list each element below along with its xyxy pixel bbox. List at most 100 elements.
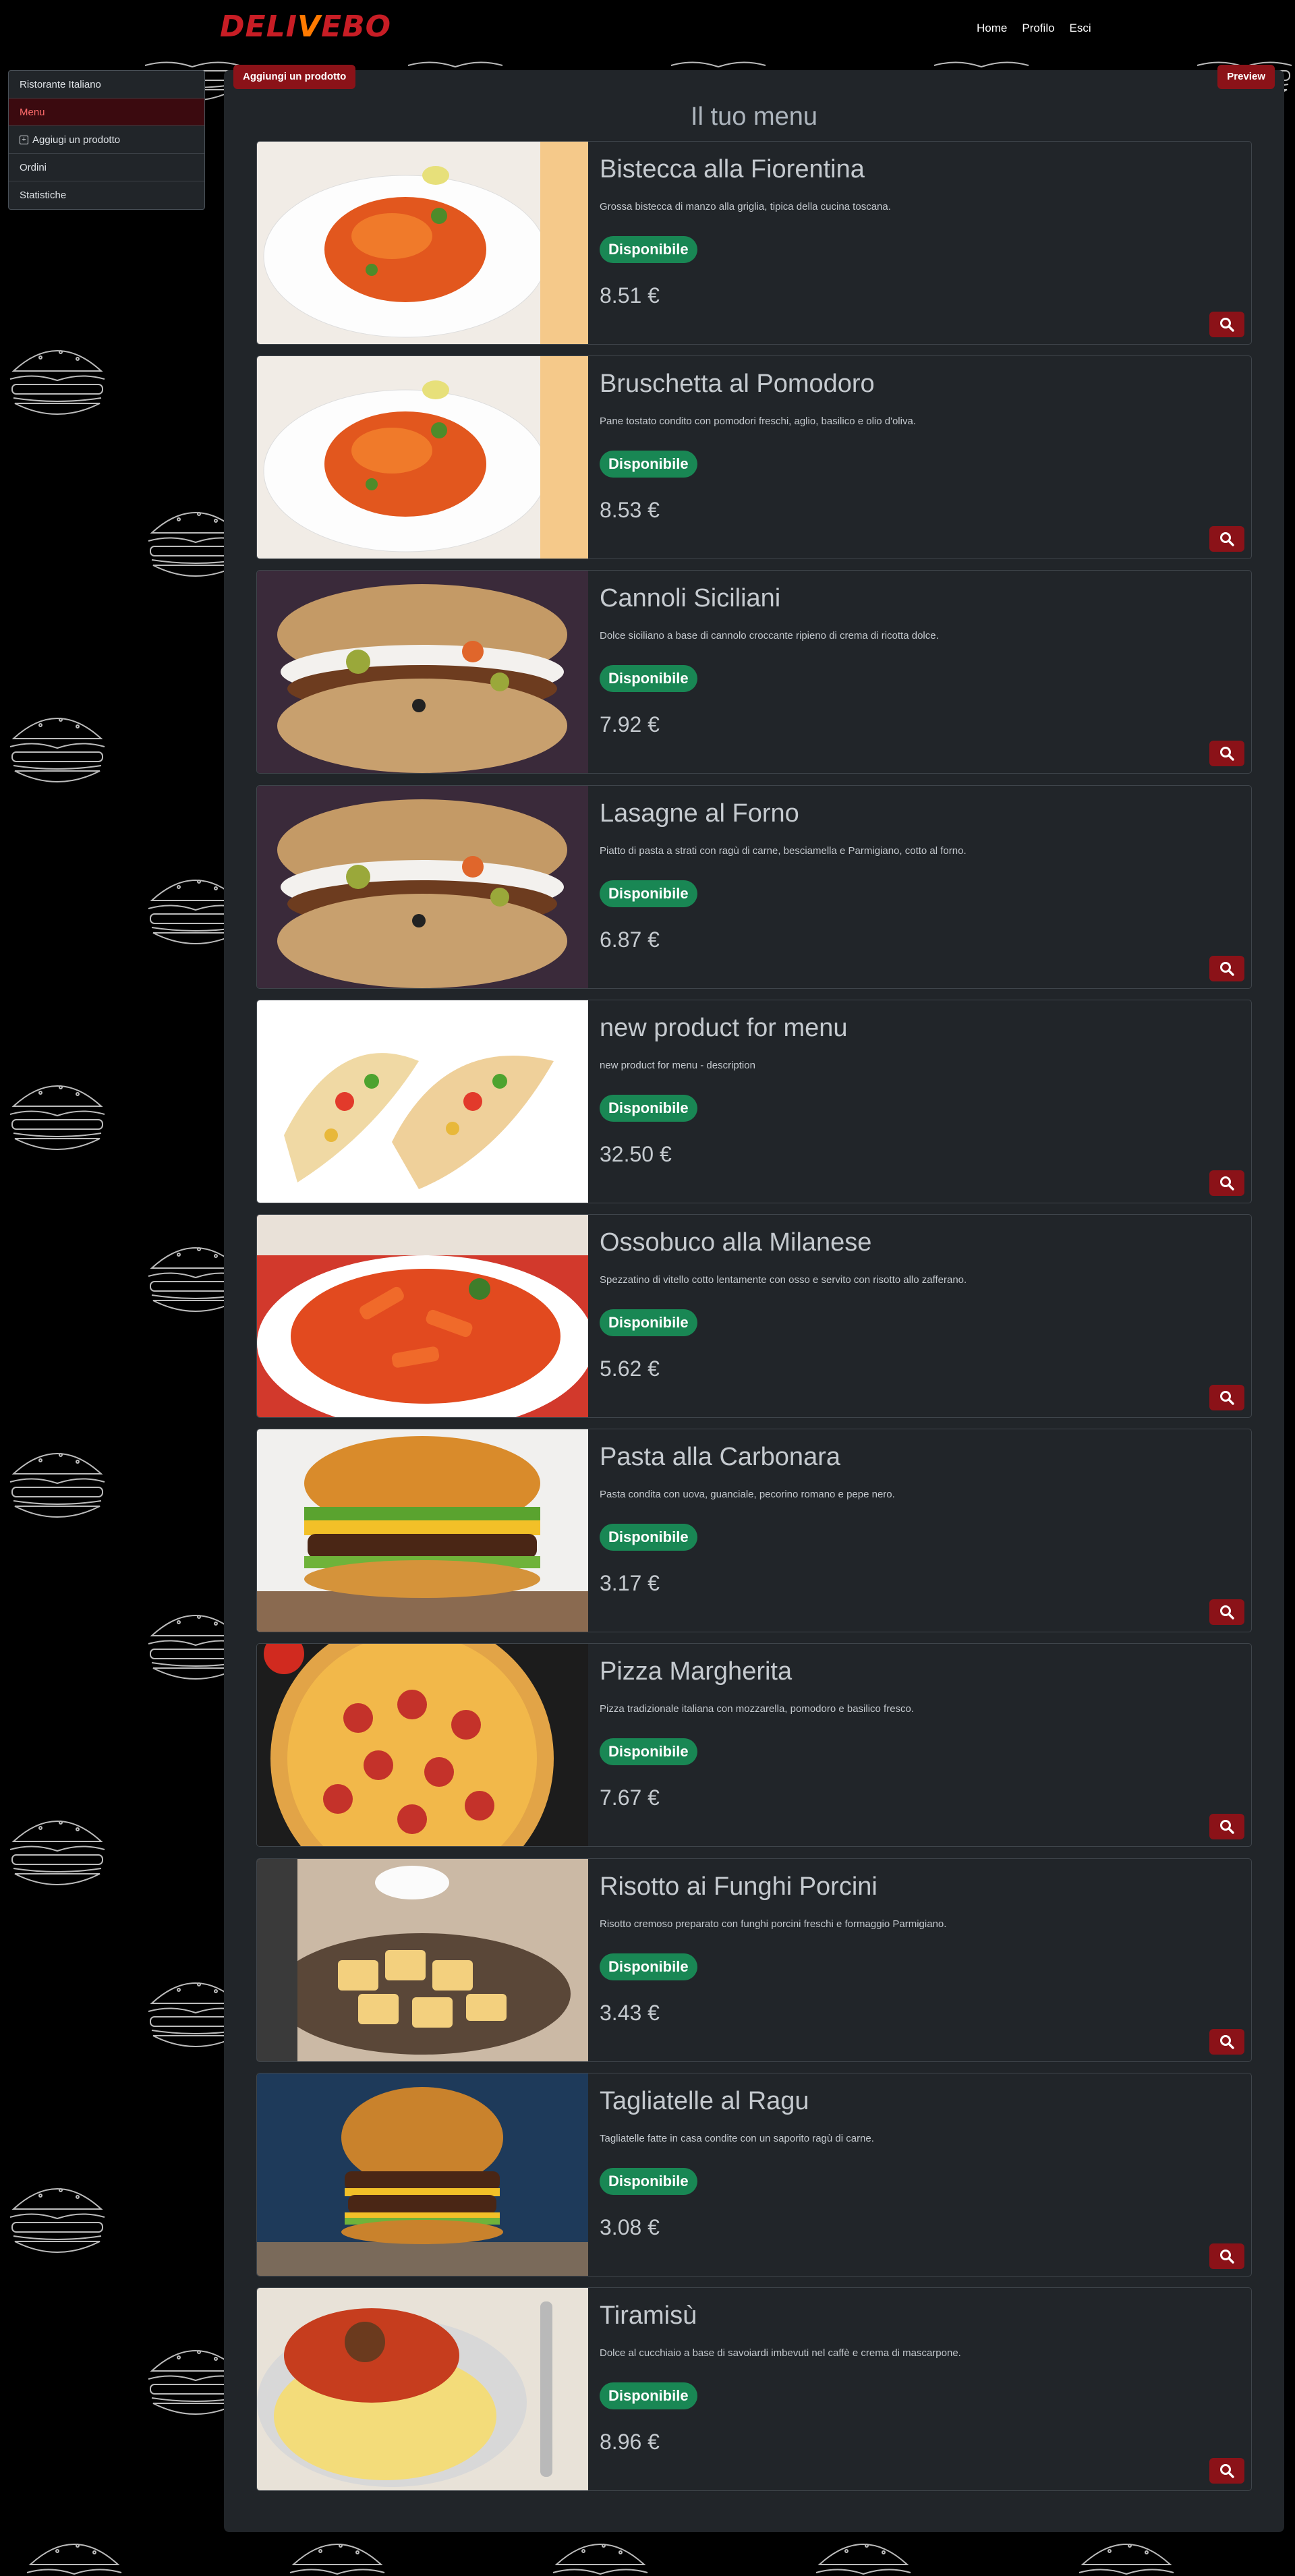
status-badge: Disponibile	[600, 1738, 697, 1765]
burger-doodle	[9, 1085, 105, 1150]
product-description: Risotto cremoso preparato con funghi por…	[600, 1918, 947, 1930]
product-image	[257, 786, 588, 988]
view-product-button[interactable]	[1209, 312, 1244, 337]
product-card: Tagliatelle al Ragu Tagliatelle fatte in…	[256, 2073, 1252, 2277]
burger-doodle	[9, 1453, 105, 1518]
product-description: Piatto di pasta a strati con ragù di car…	[600, 845, 967, 857]
product-description: Spezzatino di vitello cotto lentamente c…	[600, 1274, 967, 1286]
product-image	[257, 2073, 588, 2276]
search-icon	[1220, 2464, 1234, 2478]
view-product-button[interactable]	[1209, 1170, 1244, 1196]
product-name: Bruschetta al Pomodoro	[600, 370, 875, 398]
product-image	[257, 1644, 588, 1846]
product-name: Ossobuco alla Milanese	[600, 1228, 872, 1257]
product-description: Pane tostato condito con pomodori fresch…	[600, 416, 916, 427]
sidebar-item-statistics[interactable]: Statistiche	[9, 181, 204, 209]
nav-logout-link[interactable]: Esci	[1070, 22, 1091, 35]
product-price: 8.51 €	[600, 283, 660, 308]
product-price: 7.67 €	[600, 1785, 660, 1810]
product-image	[257, 1215, 588, 1417]
product-description: Grossa bistecca di manzo alla griglia, t…	[600, 201, 891, 212]
product-image	[257, 1429, 588, 1632]
view-product-button[interactable]	[1209, 741, 1244, 766]
nav-home-link[interactable]: Home	[977, 22, 1007, 35]
product-image	[257, 142, 588, 344]
view-product-button[interactable]	[1209, 956, 1244, 981]
burger-doodle	[26, 2544, 122, 2575]
view-product-button[interactable]	[1209, 1814, 1244, 1839]
product-image	[257, 1000, 588, 1203]
view-product-button[interactable]	[1209, 2243, 1244, 2269]
product-name: Tiramisù	[600, 2301, 697, 2330]
status-badge: Disponibile	[600, 1309, 697, 1336]
sidebar-item-add-product[interactable]: + Aggiugi un prodotto	[9, 126, 204, 154]
sidebar-item-label: Ristorante Italiano	[20, 78, 101, 90]
view-product-button[interactable]	[1209, 526, 1244, 552]
product-price: 8.53 €	[600, 498, 660, 522]
search-icon	[1220, 962, 1234, 976]
product-card: new product for menu new product for men…	[256, 1000, 1252, 1203]
search-icon	[1220, 1605, 1234, 1620]
product-image	[257, 2288, 588, 2490]
product-card: Lasagne al Forno Piatto di pasta a strat…	[256, 785, 1252, 989]
status-badge: Disponibile	[600, 2382, 697, 2409]
burger-doodle	[9, 350, 105, 415]
sidebar-item-label: Menu	[20, 106, 45, 118]
preview-button[interactable]: Preview	[1217, 65, 1275, 89]
sidebar: Ristorante Italiano Menu + Aggiugi un pro…	[8, 70, 205, 210]
nav-links: Home Profilo Esci	[977, 22, 1091, 35]
status-badge: Disponibile	[600, 2168, 697, 2195]
product-description: Dolce al cucchiaio a base di savoiardi i…	[600, 2347, 961, 2359]
burger-doodle	[9, 2188, 105, 2253]
view-product-button[interactable]	[1209, 1385, 1244, 1410]
view-product-button[interactable]	[1209, 2458, 1244, 2484]
product-price: 5.62 €	[600, 1356, 660, 1381]
search-icon	[1220, 1176, 1234, 1191]
product-description: Pizza tradizionale italiana con mozzarel…	[600, 1703, 915, 1715]
product-card: Bruschetta al Pomodoro Pane tostato cond…	[256, 355, 1252, 559]
product-price: 6.87 €	[600, 927, 660, 952]
view-product-button[interactable]	[1209, 1599, 1244, 1625]
sidebar-item-restaurant[interactable]: Ristorante Italiano	[9, 71, 204, 98]
product-name: Cannoli Siciliani	[600, 584, 781, 612]
product-description: Dolce siciliano a base di cannolo crocca…	[600, 630, 939, 641]
product-price: 7.92 €	[600, 712, 660, 737]
sidebar-item-menu[interactable]: Menu	[9, 98, 204, 126]
product-name: Tagliatelle al Ragu	[600, 2087, 809, 2115]
nav-profile-link[interactable]: Profilo	[1022, 22, 1054, 35]
product-card: Ossobuco alla Milanese Spezzatino di vit…	[256, 1214, 1252, 1418]
burger-doodle	[289, 2544, 385, 2575]
brand-logo[interactable]: DELIVEBO	[220, 9, 391, 44]
search-icon	[1220, 318, 1234, 332]
product-description: new product for menu - description	[600, 1060, 755, 1071]
product-card: Tiramisù Dolce al cucchiaio a base di sa…	[256, 2287, 1252, 2491]
burger-doodle	[815, 2544, 911, 2575]
product-card: Pizza Margherita Pizza tradizionale ital…	[256, 1643, 1252, 1847]
product-card: Risotto ai Funghi Porcini Risotto cremos…	[256, 1858, 1252, 2062]
burger-doodle	[9, 718, 105, 782]
product-name: Pasta alla Carbonara	[600, 1443, 840, 1471]
product-card: Pasta alla Carbonara Pasta condita con u…	[256, 1429, 1252, 1632]
search-icon	[1220, 2035, 1234, 2049]
product-name: Pizza Margherita	[600, 1657, 793, 1686]
view-product-button[interactable]	[1209, 2029, 1244, 2055]
sidebar-item-label: Aggiugi un prodotto	[32, 134, 121, 146]
product-description: Pasta condita con uova, guanciale, pecor…	[600, 1489, 895, 1500]
sidebar-item-orders[interactable]: Ordini	[9, 154, 204, 181]
product-price: 32.50 €	[600, 1142, 672, 1166]
add-product-button[interactable]: Aggiungi un prodotto	[233, 65, 356, 89]
search-icon	[1220, 747, 1234, 761]
status-badge: Disponibile	[600, 451, 697, 478]
search-icon	[1220, 532, 1234, 546]
search-icon	[1220, 1391, 1234, 1405]
product-image	[257, 571, 588, 773]
product-image	[257, 356, 588, 559]
sidebar-item-label: Statistiche	[20, 190, 67, 201]
search-icon	[1220, 2250, 1234, 2264]
product-name: Bistecca alla Fiorentina	[600, 155, 865, 183]
product-name: Risotto ai Funghi Porcini	[600, 1872, 877, 1901]
product-card: Cannoli Siciliani Dolce siciliano a base…	[256, 570, 1252, 774]
sidebar-item-label: Ordini	[20, 161, 47, 173]
status-badge: Disponibile	[600, 1953, 697, 1980]
page-title: Il tuo menu	[691, 103, 817, 131]
